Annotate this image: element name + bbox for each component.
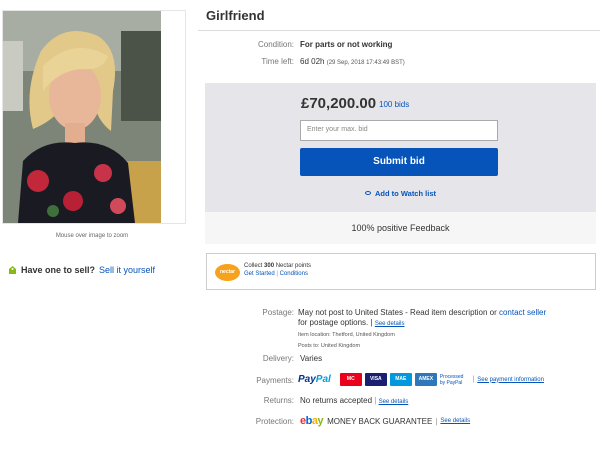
condition-row: Condition: For parts or not working	[206, 40, 392, 49]
delivery-row: Delivery: Varies	[206, 354, 322, 363]
tag-icon	[9, 266, 16, 274]
item-photo-illustration	[3, 11, 161, 223]
title-divider	[198, 30, 600, 31]
nectar-separator: |	[276, 271, 278, 277]
delivery-value: Varies	[300, 354, 323, 363]
item-location: Item location: Thetford, United Kingdom	[298, 332, 395, 338]
condition-value: For parts or not working	[300, 40, 393, 49]
seller-feedback: 100% positive Feedback	[205, 212, 596, 244]
eye-icon	[365, 191, 372, 195]
delivery-label: Delivery:	[262, 354, 294, 363]
add-to-watch-list-link[interactable]: Add to Watch list	[205, 189, 596, 198]
payment-methods: PayPal MC VISA MAE AMEX Processed by Pay…	[298, 373, 544, 386]
postage-label-row: Postage:	[206, 308, 300, 317]
nectar-get-started-link[interactable]: Get Started	[244, 271, 275, 277]
protection-row: Protection: ebay MONEY BACK GUARANTEE | …	[206, 415, 470, 427]
ebay-logo: ebay	[300, 415, 324, 427]
item-title: Girlfriend	[206, 8, 265, 23]
nectar-conditions-link[interactable]: Conditions	[280, 271, 308, 277]
postage-text: May not post to United States - Read ite…	[298, 308, 499, 317]
zoom-hint: Mouse over image to zoom	[55, 233, 129, 239]
visa-icon: VISA	[364, 373, 387, 386]
payments-separator: |	[472, 376, 475, 383]
paypal-logo-pal: Pal	[315, 374, 331, 385]
end-time: (29 Sep, 2018 17:43:49 BST)	[326, 60, 405, 66]
time-left-label: Time left:	[261, 57, 294, 66]
payments-label: Payments:	[256, 376, 294, 385]
bid-count-link[interactable]: 100 bids	[379, 100, 409, 109]
money-back-guarantee: MONEY BACK GUARANTEE	[327, 416, 433, 426]
nectar-points-text: Collect 300 Nectar points	[244, 263, 311, 269]
time-left-value: 6d 02h	[300, 57, 325, 66]
processed-by-paypal: Processed by PayPal	[440, 374, 464, 386]
paypal-logo-pay: Pay	[298, 374, 316, 385]
mastercard-icon: MC	[339, 373, 362, 386]
nectar-points-suffix: Nectar points	[274, 263, 312, 269]
nectar-links: Get Started | Conditions	[244, 271, 308, 277]
watch-label: Add to Watch list	[375, 189, 436, 198]
protection-label: Protection:	[255, 416, 294, 426]
returns-row: Returns: No returns accepted | See detail…	[206, 396, 409, 405]
maestro-icon: MAE	[389, 373, 412, 386]
nectar-promo: nectar Collect 300 Nectar points Get Sta…	[206, 253, 596, 290]
image-gallery[interactable]	[2, 10, 186, 224]
max-bid-input[interactable]: Enter your max. bid	[300, 120, 498, 141]
postage-see-details-link[interactable]: See details	[375, 321, 405, 327]
returns-label: Returns:	[263, 396, 294, 405]
postage-options-text: for postage options.	[298, 318, 369, 327]
processed-line2: by PayPal	[439, 379, 463, 386]
nectar-logo: nectar	[215, 264, 240, 281]
current-price: £70,200.00	[301, 95, 377, 112]
sell-question: Have one to sell?	[21, 265, 96, 275]
see-payment-information-link[interactable]: See payment information	[477, 377, 544, 383]
returns-value: No returns accepted	[300, 396, 373, 405]
protection-see-details-link[interactable]: See details	[440, 418, 470, 424]
bid-panel: £70,200.00 100 bids Enter your max. bid …	[205, 83, 596, 212]
postage-details: May not post to United States - Read ite…	[298, 308, 547, 349]
amex-icon: AMEX	[414, 373, 437, 386]
submit-bid-button[interactable]: Submit bid	[300, 148, 498, 176]
ebay-letter-y: y	[317, 415, 324, 427]
paypal-logo: PayPal	[298, 374, 331, 385]
sell-it-yourself-link[interactable]: Sell it yourself	[99, 265, 155, 275]
nectar-collect: Collect	[244, 263, 265, 269]
condition-label: Condition:	[257, 40, 294, 49]
time-left-row: Time left: 6d 02h (29 Sep, 2018 17:43:49 …	[206, 57, 405, 66]
postage-label: Postage:	[262, 308, 294, 317]
posts-to: Posts to: United Kingdom	[298, 343, 361, 349]
sell-prompt: Have one to sell? Sell it yourself	[8, 265, 155, 275]
payments-label-row: Payments:	[206, 376, 300, 385]
item-photo[interactable]	[3, 11, 161, 223]
nectar-points: 300	[264, 263, 275, 269]
contact-seller-link[interactable]: contact seller	[499, 308, 546, 317]
processed-line1: Processed	[439, 373, 464, 380]
returns-see-details-link[interactable]: See details	[379, 399, 409, 405]
